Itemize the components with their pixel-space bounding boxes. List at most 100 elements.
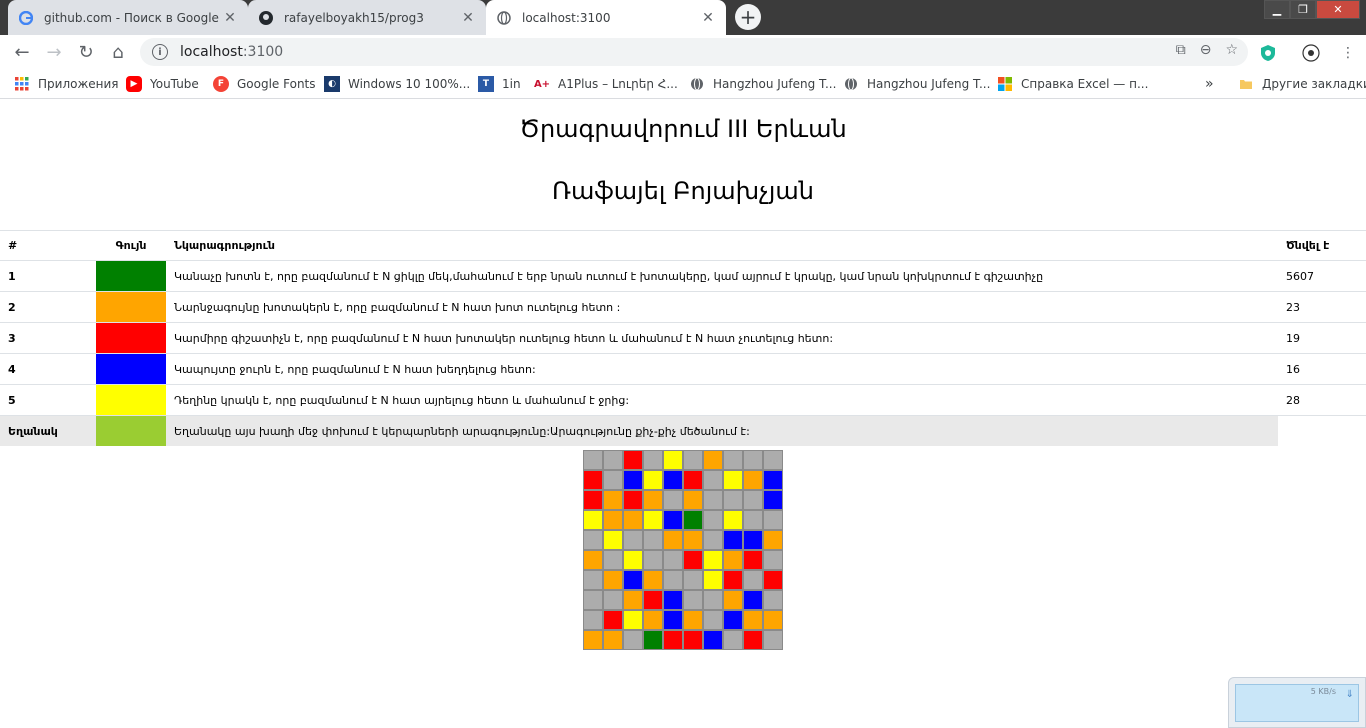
windows-site-icon: ◐ [324, 76, 340, 92]
grid-cell [703, 570, 723, 590]
grid-cell [723, 510, 743, 530]
grid-cell [703, 510, 723, 530]
grid-cell [663, 590, 683, 610]
row-description: Նարնջագույնը խոտակերն է, որը բազմանում է… [166, 291, 1278, 323]
grid-cell [663, 490, 683, 510]
bookmark-star-icon[interactable]: ☆ [1225, 42, 1238, 58]
reload-button[interactable]: ↻ [70, 36, 102, 68]
bookmarks-overflow-button[interactable]: » [1205, 75, 1214, 93]
other-bookmarks[interactable]: Другие закладки [1238, 75, 1366, 93]
row-number: 5 [0, 384, 96, 416]
globe-icon [496, 10, 512, 26]
grid-cell [723, 490, 743, 510]
grid-cell [583, 550, 603, 570]
tab-title: localhost:3100 [522, 10, 611, 25]
grid-cell [643, 530, 663, 550]
grid-cell [703, 610, 723, 630]
grid-cell [743, 550, 763, 570]
address-bar[interactable]: i localhost:3100 ⧉ ⊖ ☆ [140, 38, 1248, 66]
grid-cell [703, 630, 723, 650]
grid-cell [683, 630, 703, 650]
grid-cell [623, 510, 643, 530]
author-name: Ռաֆայել Բոյախչյան [552, 177, 814, 205]
grid-cell [763, 450, 783, 470]
tab-close-icon[interactable]: ✕ [460, 10, 476, 26]
grid-cell [763, 630, 783, 650]
col-header-number: # [0, 230, 96, 261]
home-button[interactable]: ⌂ [102, 36, 134, 68]
grid-cell [603, 470, 623, 490]
new-tab-button[interactable]: + [735, 4, 761, 30]
bookmark-hangzhou-1[interactable]: Hangzhou Jufeng T... [689, 75, 836, 93]
table-row: 4 Կապույտը ջուրն է, որը բազմանում է N հատ… [0, 353, 1366, 385]
grid-cell [743, 490, 763, 510]
zoom-icon[interactable]: ⊖ [1200, 42, 1212, 58]
row-born-count: 16 [1278, 353, 1366, 385]
info-icon[interactable]: i [152, 44, 168, 60]
row-born-count: 5607 [1278, 260, 1366, 292]
bookmark-hangzhou-2[interactable]: Hangzhou Jufeng T... [843, 75, 990, 93]
menu-icon[interactable]: ⋮ [1338, 43, 1358, 63]
grid-cell [643, 590, 663, 610]
grid-cell [603, 450, 623, 470]
soccer-ball-extension-icon[interactable] [1301, 43, 1321, 63]
bookmark-windows10[interactable]: ◐ Windows 10 100%... [324, 75, 470, 93]
grid-cell [603, 590, 623, 610]
back-button[interactable]: ← [6, 36, 38, 68]
github-icon [258, 10, 274, 26]
grid-cell [583, 490, 603, 510]
microsoft-icon [997, 76, 1013, 92]
grid-cell [683, 610, 703, 630]
grid-cell [743, 450, 763, 470]
row-description: Կարմիրը գիշատիչն է, որը բազմանում է N հա… [166, 322, 1278, 354]
youtube-icon: ▶ [126, 76, 142, 92]
maximize-button[interactable]: ❐ [1290, 0, 1316, 19]
grid-cell [703, 590, 723, 610]
grid-cell [663, 570, 683, 590]
shield-extension-icon[interactable] [1258, 43, 1278, 63]
grid-cell [623, 570, 643, 590]
tab-close-icon[interactable]: ✕ [700, 10, 716, 26]
grid-cell [743, 470, 763, 490]
grid-cell [583, 590, 603, 610]
tab-close-icon[interactable]: ✕ [222, 10, 238, 26]
grid-cell [663, 550, 683, 570]
grid-cell [723, 590, 743, 610]
tab-title: github.com - Поиск в Google [44, 10, 219, 25]
grid-cell [603, 630, 623, 650]
col-header-born: Ծնվել է [1278, 230, 1366, 261]
grid-cell [683, 490, 703, 510]
bookmark-google-fonts[interactable]: F Google Fonts [213, 75, 316, 93]
browser-toolbar: ← → ↻ ⌂ i localhost:3100 ⧉ ⊖ ☆ ⋮ [0, 35, 1366, 69]
bookmark-apps[interactable]: Приложения [14, 75, 119, 93]
1in-icon: T [478, 76, 494, 92]
color-swatch [96, 291, 166, 323]
grid-cell [643, 490, 663, 510]
grid-cell [583, 450, 603, 470]
tab-google-search[interactable]: github.com - Поиск в Google ✕ [8, 0, 248, 35]
grid-cell [663, 530, 683, 550]
forward-button[interactable]: → [38, 36, 70, 68]
grid-cell [583, 510, 603, 530]
bookmark-1in[interactable]: T 1in [478, 75, 521, 93]
grid-cell [723, 450, 743, 470]
minimize-button[interactable]: ▁ [1264, 0, 1290, 19]
grid-cell [763, 530, 783, 550]
close-window-button[interactable]: ✕ [1316, 0, 1360, 19]
grid-cell [723, 610, 743, 630]
col-header-description: Նկարագրություն [166, 230, 1278, 261]
table-row: 1 Կանաչը խոտն է, որը բազմանում է N ցիկլը … [0, 260, 1366, 292]
translate-icon[interactable]: ⧉ [1176, 42, 1186, 58]
grid-cell [603, 550, 623, 570]
tab-github[interactable]: rafayelboyakh15/prog3 ✕ [248, 0, 486, 35]
tab-localhost[interactable]: localhost:3100 ✕ [486, 0, 726, 35]
bookmark-excel-help[interactable]: Справка Excel — п... [997, 75, 1148, 93]
row-description: Կապույտը ջուրն է, որը բազմանում է N հատ … [166, 353, 1278, 385]
grid-cell [623, 450, 643, 470]
apps-grid-icon [14, 76, 30, 92]
grid-cell [663, 450, 683, 470]
grid-cell [643, 510, 663, 530]
bookmark-a1plus[interactable]: A+ A1Plus – Լուրեր Հ... [534, 75, 678, 93]
bookmark-youtube[interactable]: ▶ YouTube [126, 75, 199, 93]
row-born-count: 19 [1278, 322, 1366, 354]
